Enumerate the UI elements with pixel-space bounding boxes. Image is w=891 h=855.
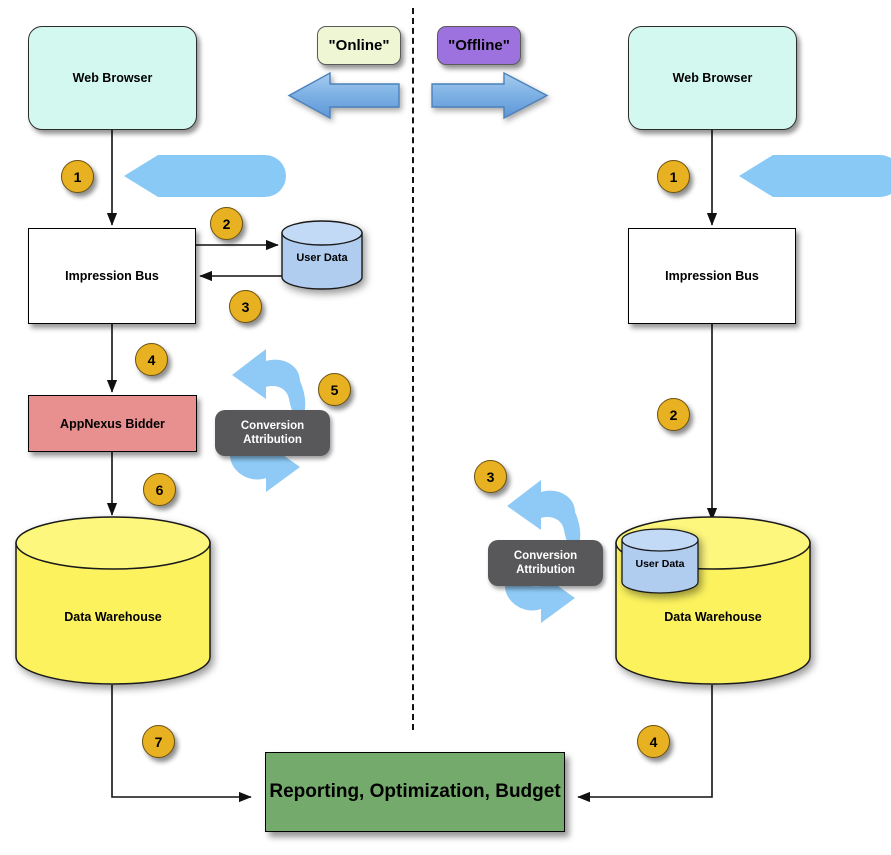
offline-step-3: 3 — [474, 460, 507, 493]
online-step-2: 2 — [210, 207, 243, 240]
offline-step-1: 1 — [657, 160, 690, 193]
online-step-3: 3 — [229, 290, 262, 323]
offline-label-pill: "Offline" — [437, 26, 521, 65]
online-pixel-line2: Fire! — [157, 177, 182, 190]
offline-step-2: 2 — [657, 398, 690, 431]
online-step-7: 7 — [142, 725, 175, 758]
offline-pixel-line2: Fire! — [772, 177, 797, 190]
offline-conversion-attribution-node[interactable]: Conversion Attribution — [488, 540, 603, 586]
offline-step-4: 4 — [637, 725, 670, 758]
online-step-1: 1 — [61, 160, 94, 193]
online-web-browser-node[interactable]: Web Browser — [28, 26, 197, 130]
diagram-canvas: Conversion Pixel Fire! Conversion Pixel … — [0, 0, 891, 855]
online-big-arrow — [287, 71, 400, 120]
online-attr-line1: Conversion — [240, 419, 305, 432]
offline-big-arrow — [431, 71, 549, 120]
offline-attr-line1: Conversion — [513, 549, 578, 562]
vertical-dashed-divider — [412, 8, 414, 730]
reporting-optimization-budget-node[interactable]: Reporting, Optimization, Budget — [265, 752, 565, 832]
appnexus-bidder-node[interactable]: AppNexus Bidder — [28, 395, 197, 452]
online-label-pill: "Online" — [317, 26, 401, 65]
online-attr-line2: Attribution — [243, 434, 302, 446]
offline-pixel-callout-text: Conversion Pixel Fire! — [739, 155, 889, 197]
online-impression-bus-node[interactable]: Impression Bus — [28, 228, 196, 324]
online-pixel-callout-text: Conversion Pixel Fire! — [124, 155, 274, 197]
online-user-data-cylinder[interactable]: User Data — [280, 220, 364, 290]
offline-pixel-line1: Conversion Pixel — [772, 163, 866, 175]
offline-user-data-cylinder[interactable]: User Data — [620, 528, 700, 598]
online-pixel-line1: Conversion Pixel — [157, 163, 251, 175]
online-conversion-attribution-node[interactable]: Conversion Attribution — [215, 410, 330, 456]
offline-web-browser-node[interactable]: Web Browser — [628, 26, 797, 130]
online-data-warehouse-cylinder[interactable]: Data Warehouse — [14, 515, 212, 687]
offline-impression-bus-node[interactable]: Impression Bus — [628, 228, 796, 324]
online-step-5: 5 — [318, 373, 351, 406]
online-step-6: 6 — [143, 473, 176, 506]
online-step-4: 4 — [135, 343, 168, 376]
offline-attr-line2: Attribution — [516, 564, 575, 576]
